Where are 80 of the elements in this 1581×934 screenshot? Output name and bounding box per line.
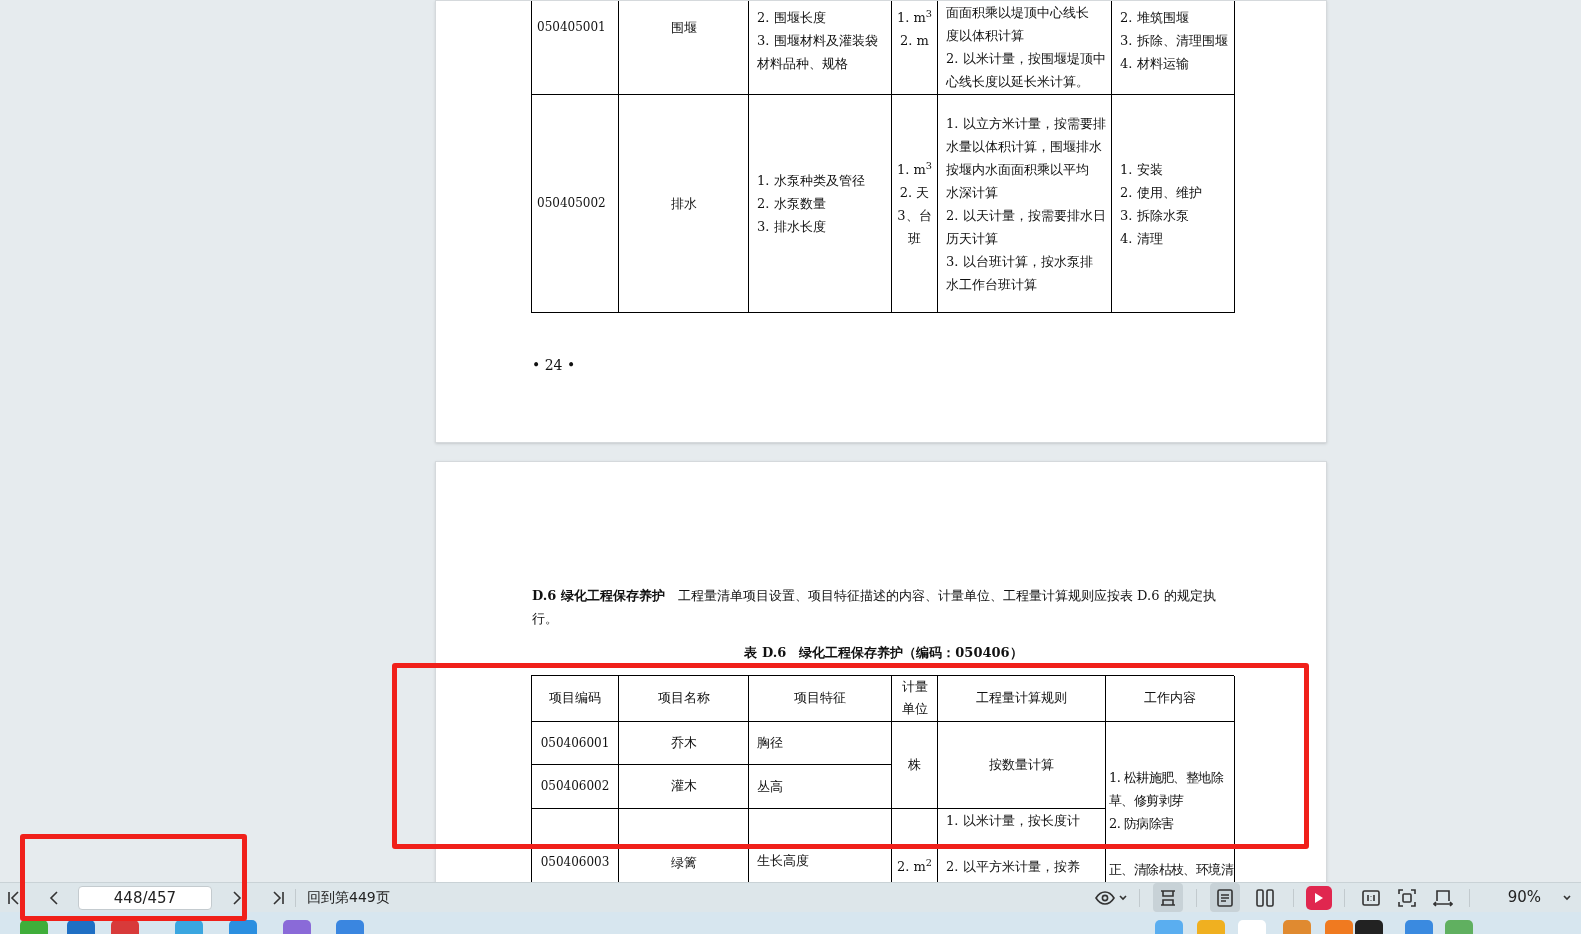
- table-cell-line: 2. 围堰长度: [757, 9, 827, 27]
- back-to-page-link[interactable]: 回到第449页: [307, 887, 390, 908]
- play-icon: [1313, 891, 1324, 904]
- column-header: 计量单位: [900, 678, 929, 718]
- table-cell-line: 1. m$^{3}$: [895, 7, 934, 27]
- table-cell-text: 排水: [670, 195, 697, 213]
- table-cell-line: 历天计算: [946, 229, 999, 248]
- table-cell-text: 050406002: [540, 778, 610, 795]
- table-cell-text: 乔木: [670, 733, 697, 752]
- table-cell-line: 4. 清理: [1120, 229, 1163, 248]
- table-cell-line: 1. 以米计量，按长度计: [946, 811, 1080, 830]
- table-cell-line: 班: [907, 229, 922, 248]
- table-cell-line: 度以体积计算: [946, 27, 1025, 45]
- table-cell-line: 面面积乘以堤顶中心线长: [946, 4, 1090, 22]
- table-cell-text: 围堰: [670, 19, 697, 37]
- table-cell-line: 2. 防病除害: [1109, 814, 1174, 833]
- table-cell-line: 按数量计算: [989, 756, 1054, 774]
- table-title: 表 D.6 绿化工程保存养护（编码：050406）: [743, 644, 1024, 662]
- table-cell-line: 心线长度以延长米计算。: [946, 73, 1090, 91]
- table-cell-line: 草、修剪剥芽: [1109, 791, 1184, 810]
- table-cell-line: 1. 水泵种类及管径: [757, 172, 866, 190]
- view-mode-button[interactable]: [1152, 883, 1183, 912]
- table-cell-line: 3、台: [896, 206, 933, 225]
- table-cell-line: 2. 天: [898, 183, 931, 202]
- column-header: 工作内容: [1144, 689, 1196, 707]
- table-cell-line: 2. 以平方米计量，按养: [946, 857, 1080, 876]
- page-number: • 24 •: [532, 356, 577, 375]
- table-cell-text: 050406003: [540, 853, 610, 871]
- column-header: 项目名称: [657, 689, 710, 707]
- table-cell-line: 水量以体积计算，围堰排水: [946, 137, 1103, 156]
- table-cell-text: 050405002: [537, 195, 606, 212]
- table-cell-line: 胸径: [757, 734, 784, 752]
- fit-width-icon: [1432, 888, 1453, 907]
- table-cell-text: 050406001: [540, 734, 610, 752]
- chevron-left-icon: [49, 889, 59, 906]
- table-cell-line: 2. 使用、维护: [1120, 183, 1202, 202]
- table-cell-line: 3. 排水长度: [757, 218, 827, 236]
- table-cell-line: 2. m: [899, 32, 930, 50]
- table-cell-line: 3. 围堰材料及灌装袋: [757, 32, 879, 50]
- first-page-icon: [7, 889, 21, 906]
- single-page-icon: [1215, 887, 1234, 908]
- table-cell-line: 丛高: [757, 777, 784, 796]
- table-cell-line: 水工作台班计算: [946, 275, 1038, 294]
- column-header: 项目特征: [794, 689, 846, 707]
- table-cell-line: 正、清除枯枝、环境清: [1109, 860, 1233, 879]
- table-cell-line: 2. 以米计量，按围堰堤顶中: [946, 50, 1103, 68]
- table-cell-text: 绿篱: [670, 853, 697, 872]
- table-cell-line: 生长高度: [757, 851, 810, 870]
- play-button[interactable]: [1305, 885, 1332, 910]
- table-cell-line: 2. 水泵数量: [757, 195, 827, 213]
- last-page-icon: [271, 889, 285, 906]
- table-cell-text: 050405001: [537, 19, 606, 36]
- table-cell-line: 2. 堆筑围堰: [1120, 9, 1189, 27]
- table-cell-line: 2. m$^{2}$: [895, 855, 934, 876]
- page-number-field[interactable]: 448/457: [78, 885, 212, 910]
- table-cell-line: 水深计算: [946, 183, 999, 202]
- table-cell-line: 3. 拆除水泵: [1120, 206, 1189, 225]
- table-cell-text: 灌木: [670, 777, 697, 796]
- table-cell-line: 株: [907, 756, 922, 774]
- table-cell-line: 按堰内水面面积乘以平均: [946, 160, 1090, 179]
- column-header: 项目编码: [549, 689, 601, 707]
- table-cell-line: 3. 以台班计算，按水泵排: [946, 252, 1094, 271]
- two-page-icon: [1254, 887, 1275, 908]
- table-cell-line: 1. 松耕施肥、整地除: [1109, 768, 1223, 787]
- table-cell-line: 材料品种、规格: [757, 55, 849, 73]
- chevron-right-icon: [232, 889, 242, 906]
- actual-size-icon: [1361, 889, 1380, 906]
- table-cell-line: 2. 以天计量，按需要排水日: [946, 206, 1103, 225]
- eye-icon: [1094, 890, 1115, 905]
- fit-page-icon: [1397, 888, 1416, 907]
- caret-icon: [1563, 894, 1571, 901]
- zoom-level-dropdown[interactable]: 90%: [1507, 886, 1571, 909]
- table-cell-line: 1. m$^{3}$: [895, 158, 934, 179]
- view-mode-button[interactable]: [1209, 883, 1240, 912]
- body-paragraph: D.6 绿化工程保存养护 工程量清单项目设置、项目特征描述的内容、计量单位、工程量计算规则应按表 D.6 的规定执行。: [532, 587, 1217, 628]
- caret-icon: [1118, 894, 1127, 901]
- table-cell-line: 4. 材料运输: [1120, 55, 1189, 73]
- table-cell-line: 1. 安装: [1120, 160, 1163, 179]
- column-header: 工程量计算规则: [976, 689, 1067, 707]
- table-cell-line: 3. 拆除、清理围堰: [1120, 32, 1228, 50]
